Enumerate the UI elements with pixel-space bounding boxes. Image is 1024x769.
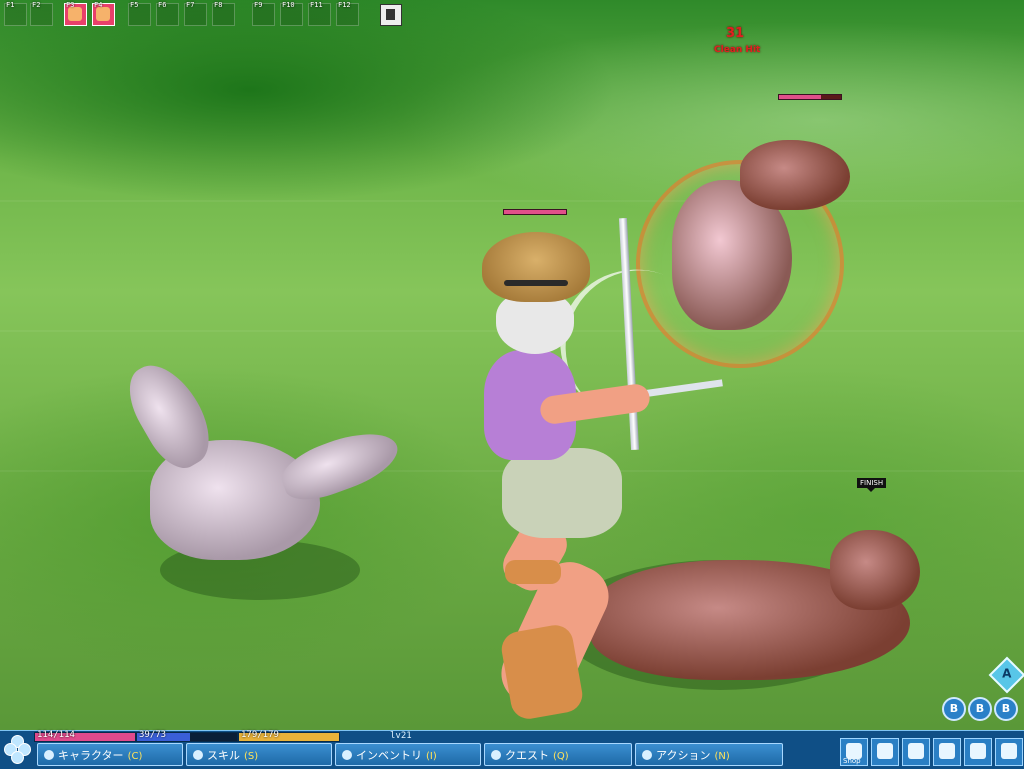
hotkey-label: F1: [6, 1, 15, 9]
action-hotkey: (N): [714, 751, 730, 762]
party-icon[interactable]: [871, 738, 899, 766]
inventory-label: インベントリ: [356, 749, 422, 762]
hotkey-label: F11: [310, 1, 323, 9]
shop-icon[interactable]: Shop: [840, 738, 868, 766]
mp-gauge: 39/73: [136, 730, 238, 742]
hotkey-slot-f11[interactable]: F11: [308, 1, 331, 26]
ai-icon-label: A: [1002, 666, 1012, 681]
bag-icon: [342, 750, 352, 760]
player-hp-bar: [503, 209, 567, 215]
wolf-brown-head: [830, 530, 920, 610]
skill-hotkey: (S): [244, 751, 259, 762]
chat-icon[interactable]: [902, 738, 930, 766]
action-label: アクション: [656, 749, 711, 762]
skill-icon: [193, 750, 203, 760]
hp-text: 114/114: [37, 730, 75, 740]
action-button[interactable]: アクション (N): [635, 743, 783, 766]
hotkey-label: F12: [338, 1, 351, 9]
hotkey-label: F9: [254, 1, 263, 9]
hotkey-bar: F1 F2 F3 F4 F5 F6 F7 F8 F9 F10 F11 F12: [0, 0, 420, 30]
main-menu-logo-icon[interactable]: [4, 735, 31, 764]
options-icon[interactable]: [995, 738, 1023, 766]
hotkey-slot-f4-skill[interactable]: F4: [92, 1, 115, 26]
quest-hotkey: (Q): [553, 751, 569, 762]
quest-icon: [491, 750, 501, 760]
stamina-text: 179/179: [241, 730, 279, 740]
hit-type-label: Clean Hit: [714, 45, 761, 55]
status-bar: 114/114 39/73 179/179 lv21 exp 0.2% キャラク…: [0, 730, 1024, 769]
hotkey-label: F8: [214, 1, 223, 9]
options-glyph: [1001, 743, 1017, 759]
bubble-b-icon[interactable]: B: [968, 697, 992, 721]
logo-dot: [11, 751, 24, 764]
game-viewport[interactable]: F1 F2 F3 F4 F5 F6 F7 F8 F9 F10 F11 F12 3…: [0, 0, 1024, 730]
shop-label: Shop: [843, 757, 861, 765]
wolf-target-head: [740, 140, 850, 210]
mp-text: 39/73: [139, 730, 167, 740]
hotkey-slot-f12[interactable]: F12: [336, 1, 359, 26]
player-boot: [498, 622, 586, 722]
pet-glyph: [970, 743, 986, 759]
character-label: キャラクター: [58, 749, 124, 762]
pet-icon[interactable]: [964, 738, 992, 766]
skill-icon: [68, 7, 82, 21]
hotkey-label: F3: [66, 1, 75, 9]
hotkey-label: F4: [94, 1, 103, 9]
hotkey-slot-f5[interactable]: F5: [128, 1, 151, 26]
hotkey-slot-f10[interactable]: F10: [280, 1, 303, 26]
hp-gauge: 114/114: [34, 730, 136, 742]
player-hat: [482, 232, 590, 302]
hotkey-label: F10: [282, 1, 295, 9]
hotkey-label: F7: [186, 1, 195, 9]
skill-icon: [96, 7, 110, 21]
skill-label: スキル: [207, 749, 240, 762]
mail-glyph: [939, 743, 955, 759]
action-icon: [642, 750, 652, 760]
hotkey-slot-f1[interactable]: F1: [4, 1, 27, 26]
hotbar-toggle-icon[interactable]: [380, 4, 402, 26]
bubble-b-icon[interactable]: B: [942, 697, 966, 721]
finish-indicator: FINISH: [857, 478, 887, 492]
character-hotkey: (C): [127, 751, 143, 762]
damage-number: 31: [726, 26, 745, 41]
stamina-gauge: 179/179: [238, 730, 340, 742]
hotkey-slot-f2[interactable]: F2: [30, 1, 53, 26]
bubble-b-icon[interactable]: B: [994, 697, 1018, 721]
character-button[interactable]: キャラクター (C): [37, 743, 183, 766]
inventory-hotkey: (I): [426, 751, 437, 762]
player-shorts: [502, 448, 622, 538]
quest-button[interactable]: クエスト (Q): [484, 743, 632, 766]
party-glyph: [877, 743, 893, 759]
quest-label: クエスト: [505, 749, 549, 762]
target-hp-bar: [778, 94, 842, 100]
search-icon: [44, 750, 54, 760]
hotkey-label: F5: [130, 1, 139, 9]
skill-button[interactable]: スキル (S): [186, 743, 332, 766]
target-hp-lost: [821, 95, 841, 99]
hotkey-slot-f7[interactable]: F7: [184, 1, 207, 26]
hotkey-slot-f3-skill[interactable]: F3: [64, 1, 87, 26]
player-boot: [505, 560, 561, 584]
wolf-grey-leg: [275, 420, 405, 510]
hotkey-label: F2: [32, 1, 41, 9]
inventory-button[interactable]: インベントリ (I): [335, 743, 481, 766]
mail-icon[interactable]: [933, 738, 961, 766]
chat-glyph: [908, 743, 924, 759]
hotkey-label: F6: [158, 1, 167, 9]
ai-icon[interactable]: A: [988, 656, 1024, 694]
hotkey-slot-f9[interactable]: F9: [252, 1, 275, 26]
hotkey-slot-f6[interactable]: F6: [156, 1, 179, 26]
hotkey-slot-f8[interactable]: F8: [212, 1, 235, 26]
